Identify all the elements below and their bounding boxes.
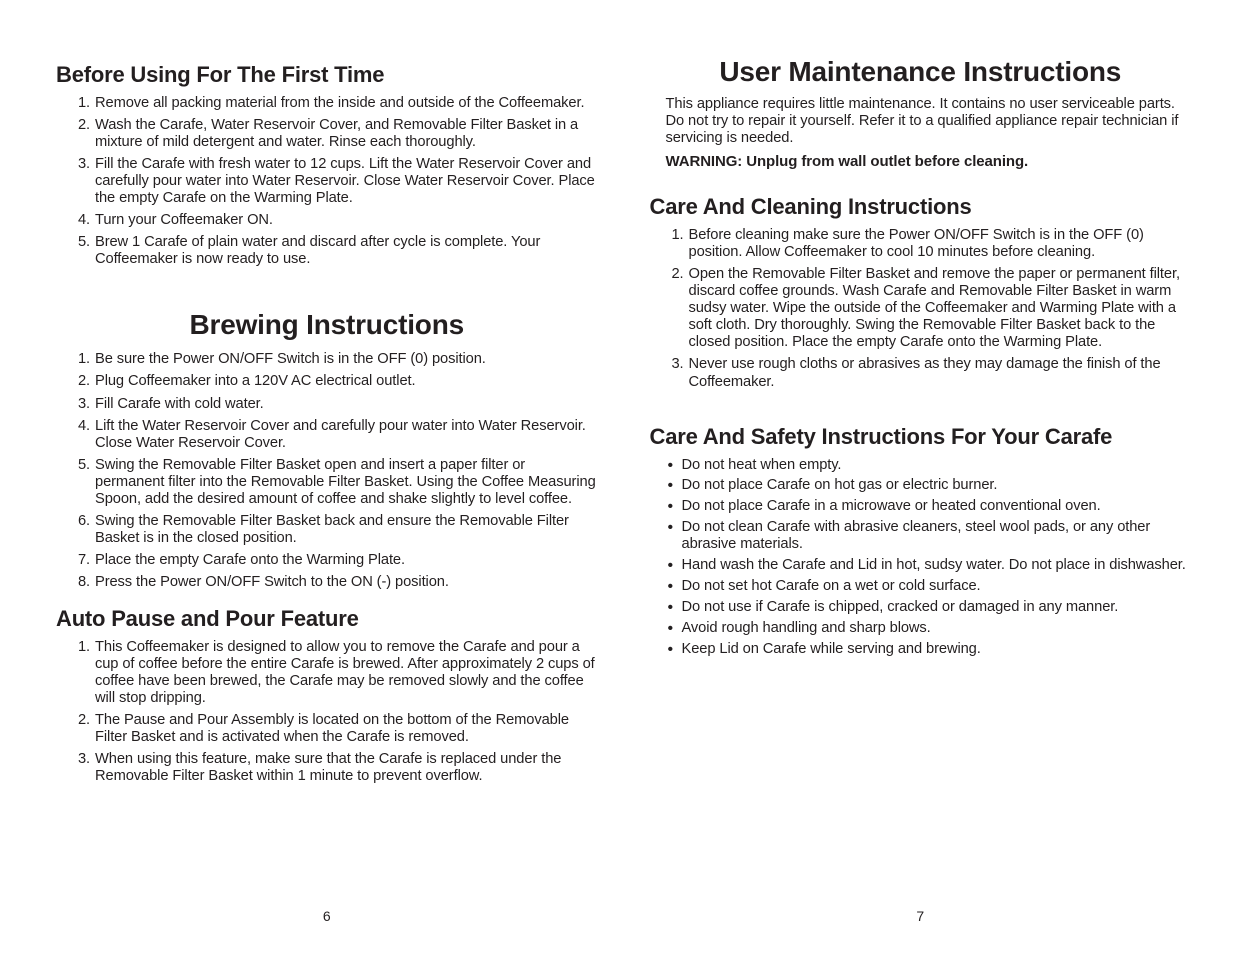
intro-paragraph: This appliance requires little maintenan…	[650, 96, 1192, 147]
list-item: Fill the Carafe with fresh water to 12 c…	[94, 156, 598, 207]
list-item: Swing the Removable Filter Basket back a…	[94, 513, 598, 547]
heading-brewing-instructions: Brewing Instructions	[56, 309, 598, 341]
heading-care-safety-carafe: Care And Safety Instructions For Your Ca…	[650, 424, 1192, 450]
list-item: Fill Carafe with cold water.	[94, 396, 598, 413]
list-item: Before cleaning make sure the Power ON/O…	[688, 227, 1192, 261]
list-item: Do not heat when empty.	[672, 457, 1192, 474]
list-item: Open the Removable Filter Basket and rem…	[688, 266, 1192, 351]
heading-user-maintenance: User Maintenance Instructions	[650, 56, 1192, 88]
list-item: Do not place Carafe on hot gas or electr…	[672, 477, 1192, 494]
list-item: Do not place Carafe in a microwave or he…	[672, 498, 1192, 515]
list-item: Plug Coffeemaker into a 120V AC electric…	[94, 373, 598, 390]
list-item: Place the empty Carafe onto the Warming …	[94, 552, 598, 569]
heading-auto-pause: Auto Pause and Pour Feature	[56, 606, 598, 632]
list-item: Avoid rough handling and sharp blows.	[672, 620, 1192, 637]
page-right: User Maintenance Instructions This appli…	[624, 56, 1192, 924]
list-care-cleaning: Before cleaning make sure the Power ON/O…	[650, 227, 1192, 395]
list-item: Swing the Removable Filter Basket open a…	[94, 457, 598, 508]
list-item: Turn your Coffeemaker ON.	[94, 212, 598, 229]
list-item: Press the Power ON/OFF Switch to the ON …	[94, 574, 598, 591]
list-item: Remove all packing material from the ins…	[94, 95, 598, 112]
list-item: Be sure the Power ON/OFF Switch is in th…	[94, 351, 598, 368]
list-brewing: Be sure the Power ON/OFF Switch is in th…	[56, 351, 598, 596]
list-item: Keep Lid on Carafe while serving and bre…	[672, 641, 1192, 658]
list-care-safety: Do not heat when empty. Do not place Car…	[650, 457, 1192, 662]
list-item: Do not set hot Carafe on a wet or cold s…	[672, 578, 1192, 595]
list-item: Do not clean Carafe with abrasive cleane…	[672, 519, 1192, 553]
list-item: Lift the Water Reservoir Cover and caref…	[94, 418, 598, 452]
page-left: Before Using For The First Time Remove a…	[56, 56, 624, 924]
page-number-left: 6	[56, 894, 598, 924]
list-item: Do not use if Carafe is chipped, cracked…	[672, 599, 1192, 616]
list-item: Never use rough cloths or abrasives as t…	[688, 356, 1192, 390]
list-item: Wash the Carafe, Water Reservoir Cover, …	[94, 117, 598, 151]
list-item: When using this feature, make sure that …	[94, 751, 598, 785]
list-item: The Pause and Pour Assembly is located o…	[94, 712, 598, 746]
heading-before-using: Before Using For The First Time	[56, 62, 598, 88]
warning-text: WARNING: Unplug from wall outlet before …	[650, 153, 1192, 170]
list-item: Hand wash the Carafe and Lid in hot, sud…	[672, 557, 1192, 574]
list-before-using: Remove all packing material from the ins…	[56, 95, 598, 273]
page-number-right: 7	[650, 894, 1192, 924]
list-item: This Coffeemaker is designed to allow yo…	[94, 639, 598, 707]
heading-care-cleaning: Care And Cleaning Instructions	[650, 194, 1192, 220]
list-item: Brew 1 Carafe of plain water and discard…	[94, 234, 598, 268]
list-auto-pause: This Coffeemaker is designed to allow yo…	[56, 639, 598, 790]
